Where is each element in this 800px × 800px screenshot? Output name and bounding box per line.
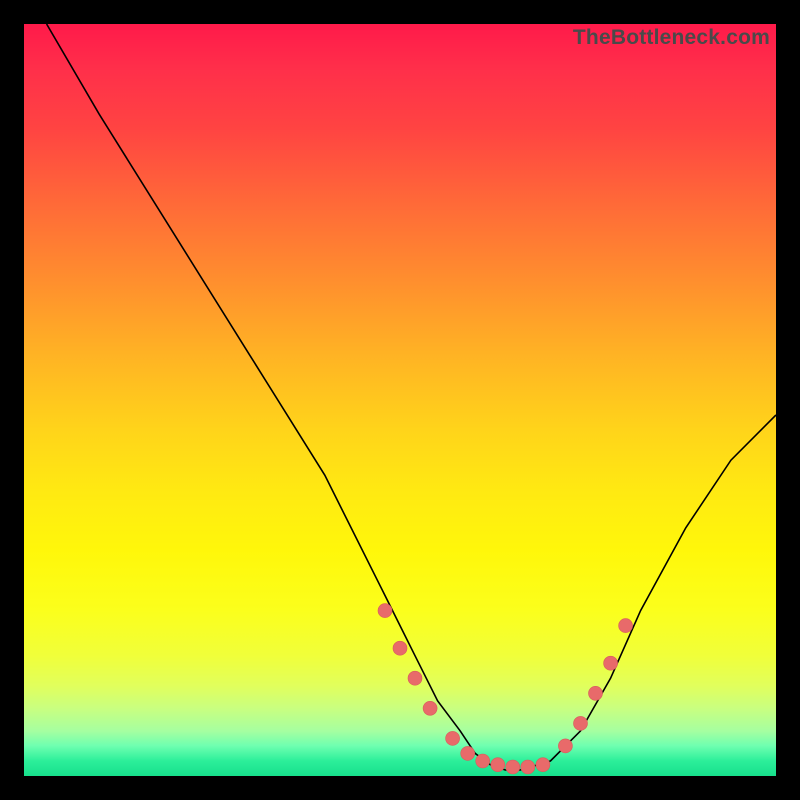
data-point xyxy=(408,671,422,685)
data-point xyxy=(574,716,588,730)
data-point xyxy=(558,739,572,753)
data-point xyxy=(476,754,490,768)
chart-frame: TheBottleneck.com xyxy=(0,0,800,800)
data-point xyxy=(536,758,550,772)
bottleneck-curve xyxy=(47,24,776,770)
data-point xyxy=(378,604,392,618)
data-point xyxy=(423,701,437,715)
data-point xyxy=(461,746,475,760)
data-point xyxy=(393,641,407,655)
data-point xyxy=(446,731,460,745)
dot-markers xyxy=(378,604,633,774)
data-point xyxy=(619,619,633,633)
data-point xyxy=(521,760,535,774)
data-point xyxy=(604,656,618,670)
chart-svg xyxy=(24,24,776,776)
data-point xyxy=(589,686,603,700)
plot-area: TheBottleneck.com xyxy=(24,24,776,776)
data-point xyxy=(491,758,505,772)
data-point xyxy=(506,760,520,774)
